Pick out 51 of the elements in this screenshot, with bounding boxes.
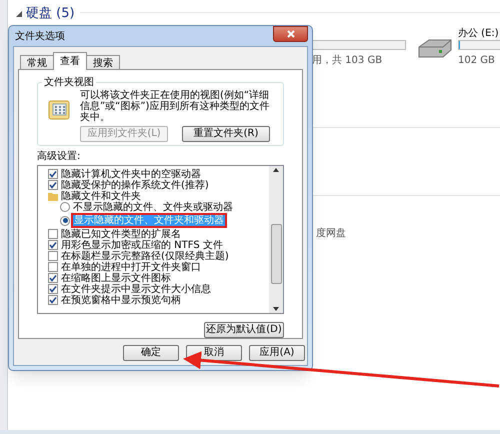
checkbox[interactable] (48, 284, 58, 294)
restore-defaults-button[interactable]: 还原为默认值(D) (204, 322, 284, 338)
checkbox[interactable] (48, 262, 58, 272)
radio-button[interactable] (60, 216, 70, 226)
tab[interactable]: 查看 (53, 52, 87, 70)
drive-name: 办公 (E:) (458, 26, 499, 41)
drive-free-space: 102 GB (458, 54, 495, 68)
scroll-down-icon (273, 306, 279, 311)
checkbox[interactable] (48, 240, 58, 250)
tab[interactable]: 搜索 (86, 55, 120, 70)
option-label: 隐藏受保护的操作系统文件(推荐) (61, 180, 209, 191)
dialog-button[interactable]: 确定 (123, 345, 179, 361)
option-label: 用彩色显示加密或压缩的 NTFS 文件 (61, 240, 223, 251)
checkbox[interactable] (48, 251, 58, 262)
option-label: 显示隐藏的文件、文件夹和驱动器 (73, 215, 225, 226)
scrollbar[interactable] (269, 166, 283, 313)
collapse-arrow-icon (16, 10, 22, 17)
option-label: 隐藏已知文件类型的扩展名 (61, 228, 181, 240)
checkbox[interactable] (48, 273, 58, 284)
option-label: 隐藏计算机文件夹中的空驱动器 (61, 168, 201, 180)
drive-usage: 用，共 103 GB (312, 54, 382, 68)
radio-button[interactable] (60, 202, 70, 212)
scrollbar-thumb[interactable] (270, 224, 282, 284)
checkbox[interactable] (48, 229, 58, 240)
section-label: 高级设置: (37, 150, 82, 163)
checkbox[interactable] (48, 169, 58, 180)
section-title: 硬盘 (5) (26, 5, 75, 23)
checkbox[interactable] (48, 180, 58, 190)
option-label: 隐藏文件和文件夹 (61, 190, 141, 202)
option-label: 在文件夹提示中显示文件大小信息 (61, 284, 211, 295)
option-label: 在标题栏显示完整路径(仅限经典主题) (61, 250, 229, 262)
option-label: 在预览窗格中显示预览句柄 (61, 294, 181, 306)
scroll-up-icon (273, 168, 279, 172)
checkbox[interactable] (48, 295, 58, 306)
group-title: 文件夹视图 (42, 77, 96, 88)
folder-icon (48, 192, 58, 201)
reset-folders-button[interactable]: 重置文件夹(R) (182, 126, 270, 142)
close-button[interactable] (273, 26, 308, 42)
option-label: 不显示隐藏的文件、文件夹或驱动器 (73, 202, 233, 213)
close-icon (286, 30, 294, 38)
option-label: 在单独的进程中打开文件夹窗口 (61, 262, 201, 273)
tab[interactable]: 常规 (20, 55, 54, 70)
dialog-button[interactable]: 应用(A) (249, 345, 305, 361)
description: 可以将该文件夹正在使用的视图(例如“详细信息”或“图标”)应用到所有这种类型的文件夹中。 (80, 90, 270, 123)
section-header[interactable]: 硬盘 (5) (16, 4, 75, 24)
folder-view-icon (48, 100, 70, 120)
option-label: 在缩略图上显示文件图标 (61, 272, 171, 284)
checkmark-icon (49, 241, 57, 250)
window-title: 文件夹选项 (15, 30, 65, 44)
item-label: 度网盘 (316, 226, 346, 241)
hard-drive-icon (417, 38, 453, 58)
